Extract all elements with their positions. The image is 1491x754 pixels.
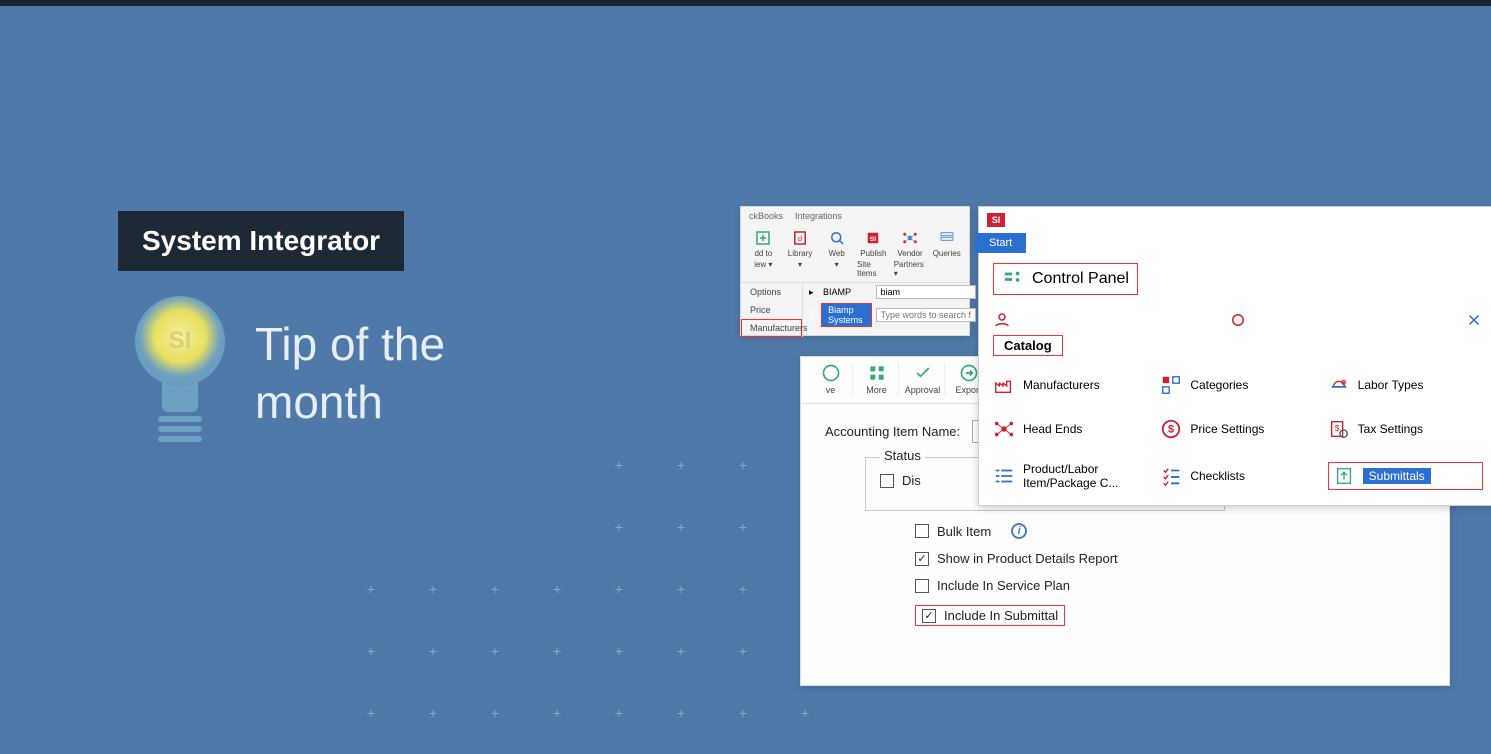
- labor-types-link[interactable]: Labor Types: [1328, 374, 1483, 396]
- search-field-bottom[interactable]: [876, 308, 976, 322]
- start-tab[interactable]: Start: [975, 233, 1026, 253]
- biamp-row[interactable]: BIAMP: [823, 287, 851, 297]
- control-panel-window: SI Start Control Panel Catalog Manufactu…: [978, 206, 1491, 506]
- svg-text:$: $: [1168, 424, 1174, 436]
- control-panel-title: Control Panel: [993, 263, 1138, 295]
- include-service-plan-checkbox[interactable]: Include In Service Plan: [915, 578, 1425, 593]
- include-in-submittal-checkbox[interactable]: Include In Submittal: [915, 605, 1065, 626]
- lightbulb-icon: SI: [130, 296, 230, 496]
- catalog-ribbon-window: ckBooks Integrations dd toiew ▾ dLibrary…: [740, 206, 970, 336]
- more-button[interactable]: More: [855, 363, 899, 395]
- svg-text:d: d: [798, 234, 803, 243]
- tab-ckbooks[interactable]: ckBooks: [749, 211, 783, 221]
- categories-link[interactable]: Categories: [1160, 374, 1315, 396]
- publish-button[interactable]: SIPublishSite Items: [857, 229, 890, 278]
- library-button[interactable]: dLibrary▾: [784, 229, 817, 278]
- queries-button[interactable]: Queries: [930, 229, 963, 278]
- tools-icon: [1465, 311, 1483, 329]
- svg-text:SI: SI: [870, 236, 877, 243]
- tab-integrations[interactable]: Integrations: [795, 211, 842, 221]
- manufacturers-link[interactable]: Manufacturers: [993, 374, 1148, 396]
- svg-text:$: $: [1335, 424, 1340, 433]
- users-icon: [993, 311, 1011, 329]
- settings-icon: [1229, 311, 1247, 329]
- options-tab[interactable]: Options: [741, 283, 802, 301]
- submittals-link[interactable]: Submittals: [1328, 462, 1483, 490]
- tax-settings-link[interactable]: $Tax Settings: [1328, 418, 1483, 440]
- product-labor-link[interactable]: Product/Labor Item/Package C...: [993, 462, 1148, 490]
- info-icon[interactable]: i: [1011, 523, 1027, 539]
- biamp-systems-selected[interactable]: Biamp Systems: [821, 303, 871, 327]
- manufacturers-tab[interactable]: Manufacturers: [741, 319, 802, 337]
- si-logo: SI: [987, 213, 1005, 227]
- system-integrator-badge: System Integrator: [118, 211, 404, 271]
- tip-of-the-month-title: Tip of themonth: [255, 316, 445, 431]
- head-ends-link[interactable]: Head Ends: [993, 418, 1148, 440]
- add-to-view-button[interactable]: dd toiew ▾: [747, 229, 780, 278]
- vendor-partners-button[interactable]: VendorPartners ▾: [894, 229, 927, 278]
- price-tab[interactable]: Price: [741, 301, 802, 319]
- checklists-link[interactable]: Checklists: [1160, 462, 1315, 490]
- search-field-top[interactable]: [876, 285, 976, 299]
- accounting-item-label: Accounting Item Name:: [825, 424, 960, 439]
- bulk-item-checkbox[interactable]: Bulk Itemi: [915, 523, 1425, 539]
- save-button[interactable]: ve: [809, 363, 853, 395]
- price-settings-link[interactable]: $Price Settings: [1160, 418, 1315, 440]
- catalog-section-label: Catalog: [993, 335, 1063, 356]
- approval-button[interactable]: Approval: [901, 363, 945, 395]
- show-in-report-checkbox[interactable]: Show in Product Details Report: [915, 551, 1425, 566]
- web-button[interactable]: Web▾: [820, 229, 853, 278]
